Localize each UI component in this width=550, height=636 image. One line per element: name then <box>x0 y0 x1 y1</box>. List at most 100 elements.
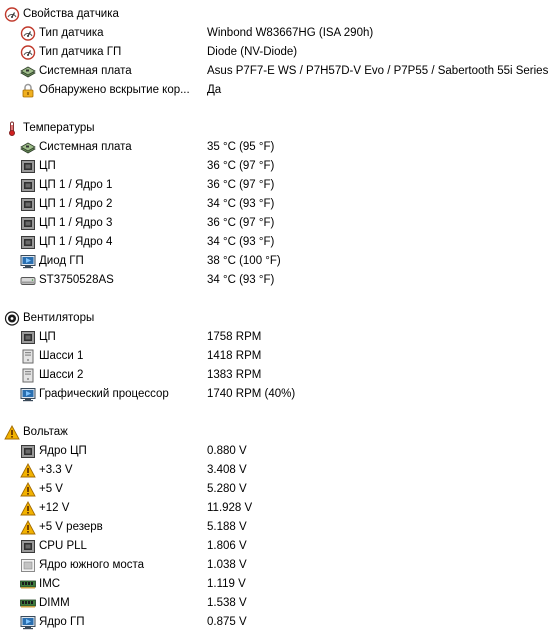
field-label: Графический процессор <box>39 388 169 400</box>
field-label: ЦП 1 / Ядро 2 <box>39 198 113 210</box>
cpu-icon <box>20 444 36 459</box>
list-item[interactable]: Шасси 1 1418 RPM <box>0 347 550 366</box>
list-item[interactable]: Тип датчика ГП Diode (NV-Diode) <box>0 43 550 62</box>
memory-icon <box>20 577 36 592</box>
section-header-sensor-properties[interactable]: Свойства датчика <box>0 5 550 24</box>
field-value: 1740 RPM (40%) <box>207 388 296 400</box>
warning-icon <box>20 463 36 478</box>
field-value: 36 °C (97 °F) <box>207 179 275 191</box>
field-value: 1383 RPM <box>207 369 262 381</box>
chassis-icon <box>20 368 36 383</box>
lock-icon <box>20 83 36 98</box>
field-label: DIMM <box>39 597 70 609</box>
cpu-icon <box>20 539 36 554</box>
field-label: Ядро ЦП <box>39 445 87 457</box>
list-item[interactable]: ЦП 36 °C (97 °F) <box>0 157 550 176</box>
field-value: Diode (NV-Diode) <box>207 46 298 58</box>
field-label: Тип датчика ГП <box>39 46 122 58</box>
field-label: IMC <box>39 578 61 590</box>
list-item[interactable]: ЦП 1 / Ядро 4 34 °C (93 °F) <box>0 233 550 252</box>
chassis-icon <box>20 349 36 364</box>
field-value: 36 °C (97 °F) <box>207 217 275 229</box>
field-value: Winbond W83667HG (ISA 290h) <box>207 27 374 39</box>
cpu-icon <box>20 216 36 231</box>
section-title: Вольтаж <box>23 426 68 438</box>
list-item[interactable]: CPU PLL 1.806 V <box>0 537 550 556</box>
list-item[interactable]: Графический процессор 1740 RPM (40%) <box>0 385 550 404</box>
list-item[interactable]: Системная плата 35 °C (95 °F) <box>0 138 550 157</box>
list-item[interactable]: Диод ГП 38 °C (100 °F) <box>0 252 550 271</box>
sensor-icon <box>20 45 36 60</box>
field-value: 34 °C (93 °F) <box>207 274 275 286</box>
motherboard-icon <box>20 140 36 155</box>
cpu-icon <box>20 178 36 193</box>
field-value: 38 °C (100 °F) <box>207 255 281 267</box>
field-label: ЦП <box>39 331 56 343</box>
cpu-icon <box>20 235 36 250</box>
list-item[interactable]: Ядро ГП 0.875 V <box>0 613 550 632</box>
field-label: +5 V резерв <box>39 521 103 533</box>
field-value: 1.538 V <box>207 597 247 609</box>
section-title: Температуры <box>23 122 95 134</box>
list-item[interactable]: ЦП 1758 RPM <box>0 328 550 347</box>
list-item[interactable]: ЦП 1 / Ядро 2 34 °C (93 °F) <box>0 195 550 214</box>
field-value: 5.188 V <box>207 521 247 533</box>
list-item[interactable]: ЦП 1 / Ядро 1 36 °C (97 °F) <box>0 176 550 195</box>
list-item[interactable]: +5 V резерв 5.188 V <box>0 518 550 537</box>
gpu-icon <box>20 387 36 402</box>
field-label: +5 V <box>39 483 63 495</box>
list-item[interactable]: ST3750528AS 34 °C (93 °F) <box>0 271 550 290</box>
field-value: 36 °C (97 °F) <box>207 160 275 172</box>
field-value: 35 °C (95 °F) <box>207 141 275 153</box>
cpu-icon <box>20 330 36 345</box>
list-item[interactable]: +3.3 V 3.408 V <box>0 461 550 480</box>
field-value: 0.875 V <box>207 616 247 628</box>
sensor-list[interactable]: Свойства датчика Тип датчика Winbond W83… <box>0 5 550 632</box>
field-label: +12 V <box>39 502 70 514</box>
section-title: Свойства датчика <box>23 8 119 20</box>
list-item[interactable]: Обнаружено вскрытие кор... Да <box>0 81 550 100</box>
hdd-icon <box>20 273 36 288</box>
field-value: 11.928 V <box>207 502 253 514</box>
motherboard-icon <box>20 64 36 79</box>
field-label: +3.3 V <box>39 464 73 476</box>
field-label: ЦП 1 / Ядро 1 <box>39 179 113 191</box>
field-value: 34 °C (93 °F) <box>207 236 275 248</box>
field-label: ST3750528AS <box>39 274 114 286</box>
field-label: Шасси 2 <box>39 369 84 381</box>
field-value: 1418 RPM <box>207 350 262 362</box>
list-item[interactable]: Ядро ЦП 0.880 V <box>0 442 550 461</box>
list-item[interactable]: Шасси 2 1383 RPM <box>0 366 550 385</box>
warning-icon <box>20 501 36 516</box>
section-title: Вентиляторы <box>23 312 95 324</box>
section-header-voltages[interactable]: Вольтаж <box>0 423 550 442</box>
field-label: ЦП 1 / Ядро 4 <box>39 236 113 248</box>
thermometer-icon <box>4 121 20 136</box>
list-item[interactable]: Ядро южного моста 1.038 V <box>0 556 550 575</box>
list-item[interactable]: +5 V 5.280 V <box>0 480 550 499</box>
list-item[interactable]: IMC 1.119 V <box>0 575 550 594</box>
section-header-fans[interactable]: Вентиляторы <box>0 309 550 328</box>
field-label: ЦП <box>39 160 56 172</box>
field-value: 1758 RPM <box>207 331 262 343</box>
list-item[interactable]: Системная плата Asus P7F7-E WS / P7H57D-… <box>0 62 550 81</box>
field-label: Ядро южного моста <box>39 559 145 571</box>
field-value: 5.280 V <box>207 483 247 495</box>
section-header-temperatures[interactable]: Температуры <box>0 119 550 138</box>
field-label: Тип датчика <box>39 27 104 39</box>
field-value: Да <box>207 84 222 96</box>
field-value: 1.806 V <box>207 540 247 552</box>
list-item[interactable]: +12 V 11.928 V <box>0 499 550 518</box>
field-label: Системная плата <box>39 141 132 153</box>
memory-icon <box>20 596 36 611</box>
field-value: Asus P7F7-E WS / P7H57D-V Evo / P7P55 / … <box>207 65 549 77</box>
list-item[interactable]: Тип датчика Winbond W83667HG (ISA 290h) <box>0 24 550 43</box>
field-label: ЦП 1 / Ядро 3 <box>39 217 113 229</box>
gpu-icon <box>20 254 36 269</box>
list-item[interactable]: ЦП 1 / Ядро 3 36 °C (97 °F) <box>0 214 550 233</box>
list-item[interactable]: DIMM 1.538 V <box>0 594 550 613</box>
field-label: Системная плата <box>39 65 132 77</box>
chip-icon <box>20 558 36 573</box>
